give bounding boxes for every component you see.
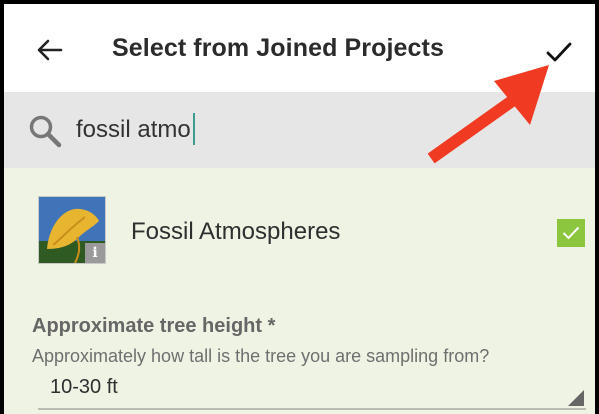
search-input[interactable] bbox=[76, 112, 456, 148]
text-caret bbox=[192, 113, 195, 145]
toolbar: Select from Joined Projects bbox=[4, 4, 595, 92]
project-checkbox[interactable] bbox=[557, 219, 585, 247]
project-thumbnail: i bbox=[38, 196, 106, 264]
search-icon bbox=[29, 115, 62, 148]
checkmark-icon bbox=[546, 42, 572, 62]
dropdown-triangle-icon bbox=[568, 390, 584, 406]
info-badge: i bbox=[85, 243, 105, 263]
back-button[interactable] bbox=[30, 30, 70, 70]
select-value: 10-30 ft bbox=[50, 376, 118, 398]
project-name: Fossil Atmospheres bbox=[131, 218, 341, 245]
app-frame: Select from Joined Projects fossil atmo … bbox=[0, 0, 599, 414]
tree-height-select[interactable]: 10-30 ft bbox=[38, 370, 586, 410]
list-item[interactable]: i Fossil Atmospheres bbox=[4, 168, 595, 298]
page-title: Select from Joined Projects bbox=[112, 34, 444, 62]
confirm-button[interactable] bbox=[539, 32, 579, 72]
search-bar bbox=[4, 92, 595, 168]
checkmark-icon bbox=[562, 226, 580, 240]
field-description: Approximately how tall is the tree you a… bbox=[32, 346, 490, 366]
field-label: Approximate tree height * bbox=[32, 315, 276, 337]
select-underline bbox=[38, 408, 586, 410]
arrow-left-icon bbox=[37, 39, 63, 61]
project-list: i Fossil Atmospheres Approximate tree he… bbox=[4, 168, 595, 414]
